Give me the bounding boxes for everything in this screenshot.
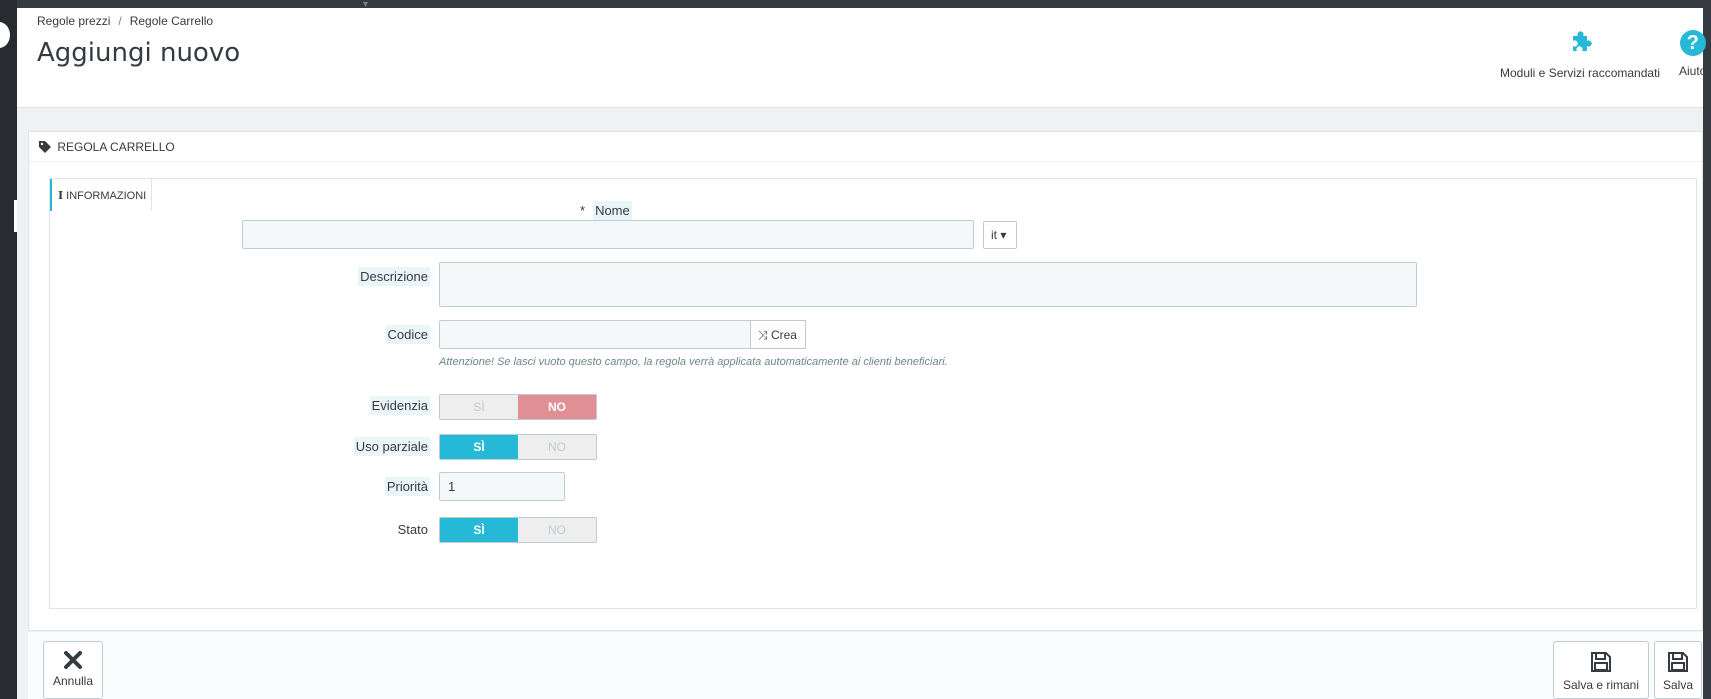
modules-button[interactable]: Moduli e Servizi raccomandati (1500, 30, 1660, 80)
left-sidebar (0, 0, 17, 699)
code-label-text: Codice (385, 325, 430, 344)
highlight-label: Evidenzia (330, 396, 430, 415)
cancel-button[interactable]: Annulla (43, 641, 103, 699)
name-label: * Nome (578, 201, 632, 220)
breadcrumb: Regole prezzi / Regole Carrello (37, 14, 213, 28)
form-footer: Annulla Salva e rimani Salva (28, 631, 1703, 699)
description-textarea[interactable] (439, 262, 1417, 307)
page-title: Aggiungi nuovo (37, 38, 241, 68)
generate-code-button[interactable]: ⤨ Crea (750, 320, 806, 349)
cancel-label: Annulla (52, 674, 94, 688)
top-bar (0, 0, 1711, 8)
status-label-text: Stato (397, 522, 428, 537)
puzzle-icon (1573, 31, 1592, 51)
status-label: Stato (330, 522, 430, 537)
highlight-switch[interactable]: SÌ NO (439, 394, 597, 420)
help-label: Aiuto (1679, 64, 1707, 78)
breadcrumb-item-cart-rules[interactable]: Regole Carrello (130, 14, 213, 28)
floppy-icon (1591, 652, 1611, 672)
close-icon (64, 651, 82, 669)
language-dropdown[interactable]: it ▾ (983, 221, 1017, 249)
form-box: i INFORMAZIONI * Nome it ▾ Descrizione Cod… (49, 178, 1697, 609)
tag-icon (39, 141, 51, 153)
right-edge (1703, 0, 1711, 699)
sidebar-active-marker (14, 200, 17, 232)
name-label-text: Nome (593, 201, 632, 220)
partial-use-label: Uso parziale (330, 437, 430, 456)
modules-label: Moduli e Servizi raccomandati (1500, 66, 1661, 80)
priority-input[interactable]: 1 (439, 472, 565, 501)
cart-rule-panel: REGOLA CARRELLO i INFORMAZIONI * Nome it ▾… (28, 131, 1703, 631)
tab-informazioni[interactable]: i INFORMAZIONI (50, 179, 152, 211)
panel-heading-label: REGOLA CARRELLO (57, 140, 175, 154)
help-button[interactable]: ? Aiuto (1679, 30, 1706, 78)
page-header: Regole prezzi / Regole Carrello Aggiungi n… (17, 8, 1706, 108)
code-input[interactable] (439, 320, 751, 349)
partial-use-switch[interactable]: SÌ NO (439, 434, 597, 460)
save-button[interactable]: Salva (1654, 641, 1702, 699)
partial-use-no-option[interactable]: NO (518, 435, 596, 459)
status-no-option[interactable]: NO (518, 518, 596, 542)
language-label: it (991, 228, 997, 242)
highlight-yes-option[interactable]: SÌ (440, 395, 518, 419)
code-hint: Attenzione! Se lasci vuoto questo campo,… (439, 356, 948, 368)
caret-down-icon: ▾ (1000, 228, 1007, 242)
generate-code-label: Crea (770, 328, 797, 342)
priority-label: Priorità (330, 477, 430, 496)
breadcrumb-item-price-rules[interactable]: Regole prezzi (37, 14, 110, 28)
breadcrumb-separator: / (118, 14, 122, 28)
highlight-label-text: Evidenzia (369, 396, 430, 415)
floppy-icon (1668, 652, 1688, 672)
shuffle-icon: ⤨ (758, 328, 768, 342)
description-label-text: Descrizione (358, 267, 430, 286)
status-yes-option[interactable]: SÌ (440, 518, 518, 542)
sidebar-toggle[interactable] (0, 22, 10, 48)
tab-informazioni-label: INFORMAZIONI (66, 190, 147, 202)
info-icon: i (58, 189, 64, 202)
name-input[interactable] (242, 220, 974, 249)
partial-use-yes-option[interactable]: SÌ (440, 435, 518, 459)
save-label: Salva (1662, 678, 1694, 692)
help-icon: ? (1679, 30, 1706, 56)
panel-heading: REGOLA CARRELLO (29, 132, 1702, 162)
description-label: Descrizione (350, 267, 430, 286)
code-label: Codice (350, 325, 430, 344)
save-and-stay-button[interactable]: Salva e rimani (1553, 641, 1649, 699)
save-and-stay-label: Salva e rimani (1562, 678, 1640, 692)
partial-use-label-text: Uso parziale (353, 437, 430, 456)
priority-label-text: Priorità (384, 477, 430, 496)
status-switch[interactable]: SÌ NO (439, 517, 597, 543)
required-mark: * (580, 203, 586, 218)
highlight-no-option[interactable]: NO (518, 395, 596, 419)
